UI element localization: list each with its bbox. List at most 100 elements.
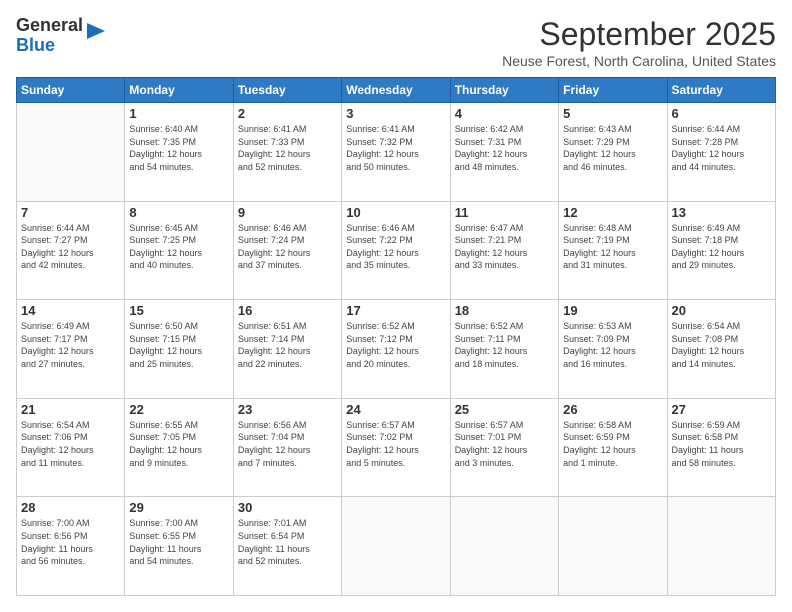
day-info: Sunrise: 6:48 AM Sunset: 7:19 PM Dayligh…: [563, 222, 662, 272]
day-cell: 10 Sunrise: 6:46 AM Sunset: 7:22 PM Dayli…: [342, 201, 450, 300]
day-info: Sunrise: 6:56 AM Sunset: 7:04 PM Dayligh…: [238, 419, 337, 469]
week-row-5: 28Sunrise: 7:00 AM Sunset: 6:56 PM Dayli…: [17, 497, 776, 596]
day-cell: 20 Sunrise: 6:54 AM Sunset: 7:08 PM Dayli…: [667, 300, 775, 399]
day-number: 13: [672, 205, 771, 220]
day-info: Sunrise: 6:54 AM Sunset: 7:06 PM Dayligh…: [21, 419, 120, 469]
day-number: 7: [21, 205, 120, 220]
day-info: Sunrise: 6:44 AM Sunset: 7:28 PM Dayligh…: [672, 123, 771, 173]
day-number: 27: [672, 402, 771, 417]
calendar-table: Sunday Monday Tuesday Wednesday Thursday…: [16, 77, 776, 596]
day-info: Sunrise: 6:54 AM Sunset: 7:08 PM Dayligh…: [672, 320, 771, 370]
day-cell: 24 Sunrise: 6:57 AM Sunset: 7:02 PM Dayli…: [342, 398, 450, 497]
header-thursday: Thursday: [450, 78, 558, 103]
day-number: 23: [238, 402, 337, 417]
header-wednesday: Wednesday: [342, 78, 450, 103]
day-number: 29: [129, 500, 228, 515]
day-cell: 8Sunrise: 6:45 AM Sunset: 7:25 PM Daylig…: [125, 201, 233, 300]
day-number: 17: [346, 303, 445, 318]
day-cell: 16Sunrise: 6:51 AM Sunset: 7:14 PM Dayli…: [233, 300, 341, 399]
day-cell: 30 Sunrise: 7:01 AM Sunset: 6:54 PM Dayli…: [233, 497, 341, 596]
day-number: 3: [346, 106, 445, 121]
day-number: 8: [129, 205, 228, 220]
day-cell: 28Sunrise: 7:00 AM Sunset: 6:56 PM Dayli…: [17, 497, 125, 596]
day-number: 15: [129, 303, 228, 318]
day-number: 9: [238, 205, 337, 220]
day-cell: 29Sunrise: 7:00 AM Sunset: 6:55 PM Dayli…: [125, 497, 233, 596]
day-number: 4: [455, 106, 554, 121]
day-number: 25: [455, 402, 554, 417]
week-row-3: 14Sunrise: 6:49 AM Sunset: 7:17 PM Dayli…: [17, 300, 776, 399]
day-cell: 9 Sunrise: 6:46 AM Sunset: 7:24 PM Daylig…: [233, 201, 341, 300]
header-tuesday: Tuesday: [233, 78, 341, 103]
header-monday: Monday: [125, 78, 233, 103]
day-info: Sunrise: 6:59 AM Sunset: 6:58 PM Dayligh…: [672, 419, 771, 469]
day-cell: 19 Sunrise: 6:53 AM Sunset: 7:09 PM Dayli…: [559, 300, 667, 399]
day-number: 6: [672, 106, 771, 121]
header-saturday: Saturday: [667, 78, 775, 103]
day-cell: 15 Sunrise: 6:50 AM Sunset: 7:15 PM Dayli…: [125, 300, 233, 399]
day-info: Sunrise: 6:40 AM Sunset: 7:35 PM Dayligh…: [129, 123, 228, 173]
day-info: Sunrise: 6:49 AM Sunset: 7:18 PM Dayligh…: [672, 222, 771, 272]
day-cell: 2 Sunrise: 6:41 AM Sunset: 7:33 PM Daylig…: [233, 103, 341, 202]
logo: General Blue: [16, 16, 105, 56]
day-number: 5: [563, 106, 662, 121]
day-info: Sunrise: 6:46 AM Sunset: 7:22 PM Dayligh…: [346, 222, 445, 272]
day-cell: 22Sunrise: 6:55 AM Sunset: 7:05 PM Dayli…: [125, 398, 233, 497]
day-info: Sunrise: 6:50 AM Sunset: 7:15 PM Dayligh…: [129, 320, 228, 370]
day-cell: 3 Sunrise: 6:41 AM Sunset: 7:32 PM Daylig…: [342, 103, 450, 202]
day-number: 19: [563, 303, 662, 318]
header-friday: Friday: [559, 78, 667, 103]
day-number: 21: [21, 402, 120, 417]
day-info: Sunrise: 6:46 AM Sunset: 7:24 PM Dayligh…: [238, 222, 337, 272]
day-cell: 1 Sunrise: 6:40 AM Sunset: 7:35 PM Daylig…: [125, 103, 233, 202]
day-number: 12: [563, 205, 662, 220]
day-info: Sunrise: 6:49 AM Sunset: 7:17 PM Dayligh…: [21, 320, 120, 370]
day-cell: 14Sunrise: 6:49 AM Sunset: 7:17 PM Dayli…: [17, 300, 125, 399]
logo-blue: Blue: [16, 35, 55, 55]
day-number: 30: [238, 500, 337, 515]
day-cell: 4 Sunrise: 6:42 AM Sunset: 7:31 PM Daylig…: [450, 103, 558, 202]
day-cell: 6 Sunrise: 6:44 AM Sunset: 7:28 PM Daylig…: [667, 103, 775, 202]
day-cell: 11Sunrise: 6:47 AM Sunset: 7:21 PM Dayli…: [450, 201, 558, 300]
day-info: Sunrise: 6:52 AM Sunset: 7:12 PM Dayligh…: [346, 320, 445, 370]
day-number: 10: [346, 205, 445, 220]
day-cell: 23 Sunrise: 6:56 AM Sunset: 7:04 PM Dayli…: [233, 398, 341, 497]
month-title: September 2025: [502, 16, 776, 53]
day-info: Sunrise: 6:53 AM Sunset: 7:09 PM Dayligh…: [563, 320, 662, 370]
day-info: Sunrise: 7:00 AM Sunset: 6:56 PM Dayligh…: [21, 517, 120, 567]
day-cell: 25 Sunrise: 6:57 AM Sunset: 7:01 PM Dayli…: [450, 398, 558, 497]
day-cell: 18 Sunrise: 6:52 AM Sunset: 7:11 PM Dayli…: [450, 300, 558, 399]
day-info: Sunrise: 6:42 AM Sunset: 7:31 PM Dayligh…: [455, 123, 554, 173]
page: General Blue September 2025 Neuse Forest…: [0, 0, 792, 612]
logo-general: General: [16, 15, 83, 35]
day-cell: 21 Sunrise: 6:54 AM Sunset: 7:06 PM Dayli…: [17, 398, 125, 497]
header-sunday: Sunday: [17, 78, 125, 103]
day-cell: [559, 497, 667, 596]
title-block: September 2025 Neuse Forest, North Carol…: [502, 16, 776, 69]
day-number: 1: [129, 106, 228, 121]
day-info: Sunrise: 6:41 AM Sunset: 7:32 PM Dayligh…: [346, 123, 445, 173]
day-info: Sunrise: 6:51 AM Sunset: 7:14 PM Dayligh…: [238, 320, 337, 370]
day-cell: 13 Sunrise: 6:49 AM Sunset: 7:18 PM Dayli…: [667, 201, 775, 300]
day-info: Sunrise: 6:41 AM Sunset: 7:33 PM Dayligh…: [238, 123, 337, 173]
week-row-4: 21 Sunrise: 6:54 AM Sunset: 7:06 PM Dayli…: [17, 398, 776, 497]
day-info: Sunrise: 6:52 AM Sunset: 7:11 PM Dayligh…: [455, 320, 554, 370]
day-number: 22: [129, 402, 228, 417]
day-info: Sunrise: 6:57 AM Sunset: 7:01 PM Dayligh…: [455, 419, 554, 469]
day-number: 24: [346, 402, 445, 417]
day-number: 20: [672, 303, 771, 318]
day-cell: 7Sunrise: 6:44 AM Sunset: 7:27 PM Daylig…: [17, 201, 125, 300]
day-info: Sunrise: 6:57 AM Sunset: 7:02 PM Dayligh…: [346, 419, 445, 469]
day-number: 26: [563, 402, 662, 417]
day-info: Sunrise: 7:01 AM Sunset: 6:54 PM Dayligh…: [238, 517, 337, 567]
day-number: 11: [455, 205, 554, 220]
day-number: 2: [238, 106, 337, 121]
day-cell: 26Sunrise: 6:58 AM Sunset: 6:59 PM Dayli…: [559, 398, 667, 497]
day-cell: [450, 497, 558, 596]
week-row-2: 7Sunrise: 6:44 AM Sunset: 7:27 PM Daylig…: [17, 201, 776, 300]
day-cell: 12 Sunrise: 6:48 AM Sunset: 7:19 PM Dayli…: [559, 201, 667, 300]
day-number: 18: [455, 303, 554, 318]
day-cell: 17 Sunrise: 6:52 AM Sunset: 7:12 PM Dayli…: [342, 300, 450, 399]
logo-arrow-icon: [87, 20, 105, 42]
day-cell: [17, 103, 125, 202]
